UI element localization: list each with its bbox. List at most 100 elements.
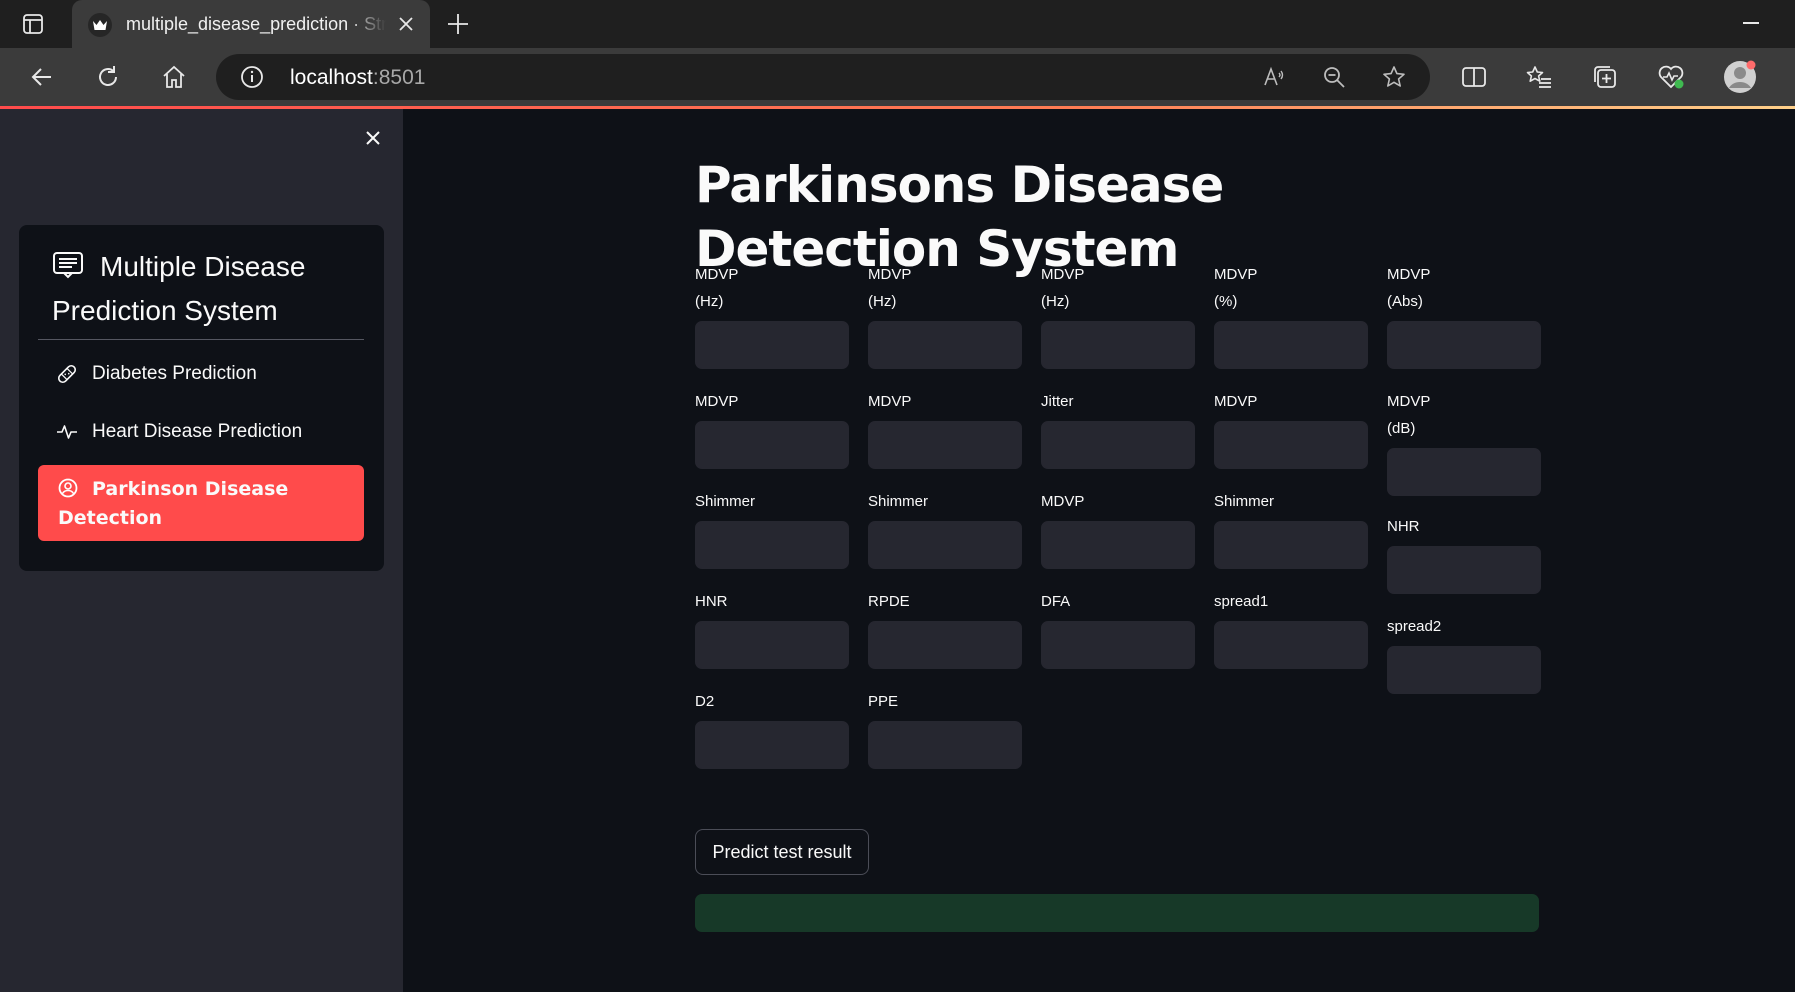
menu-item-label: Diabetes Prediction xyxy=(92,363,257,384)
field-input[interactable] xyxy=(868,621,1022,669)
form-field: spread2 xyxy=(1387,613,1541,694)
field-input[interactable] xyxy=(1214,421,1368,469)
form-field: MDVP (Hz) xyxy=(1041,261,1195,369)
form-field: PPE xyxy=(868,688,1022,769)
success-message xyxy=(695,894,1539,932)
split-screen-icon[interactable] xyxy=(1460,63,1488,91)
menu-item-label: Heart Disease Prediction xyxy=(92,421,303,442)
field-input[interactable] xyxy=(868,721,1022,769)
form-field: MDVP (dB) xyxy=(1387,388,1541,496)
address-bar[interactable]: localhost:8501 xyxy=(216,54,1430,100)
card-text-icon xyxy=(52,248,86,279)
activity-icon xyxy=(56,421,78,443)
field-input[interactable] xyxy=(1041,621,1195,669)
field-label: MDVP xyxy=(1041,493,1085,510)
browser-tab-bar: multiple_disease_prediction · Streamlit xyxy=(0,0,1795,48)
main-content: Parkinsons Disease Detection System MDVP… xyxy=(403,109,1795,992)
form-field: DFA xyxy=(1041,588,1195,669)
minimize-window-icon[interactable] xyxy=(1743,22,1759,24)
browser-toolbar: localhost:8501 xyxy=(0,48,1795,106)
collections-icon[interactable] xyxy=(1591,63,1619,91)
field-input[interactable] xyxy=(1387,321,1541,369)
close-sidebar-icon[interactable] xyxy=(362,127,384,149)
field-label: MDVP xyxy=(695,393,739,410)
field-label: Jitter xyxy=(1041,393,1074,410)
tab-title: multiple_disease_prediction · Streamlit xyxy=(126,14,386,34)
favorites-list-icon[interactable] xyxy=(1525,63,1553,91)
form-field: spread1 xyxy=(1214,588,1368,669)
field-label: MDVP (%) xyxy=(1214,266,1258,310)
menu-item-heart[interactable]: Heart Disease Prediction xyxy=(38,407,364,457)
url-text: localhost:8501 xyxy=(290,66,425,90)
profile-avatar[interactable] xyxy=(1723,60,1757,94)
form-field: Shimmer xyxy=(868,488,1022,569)
field-input[interactable] xyxy=(868,321,1022,369)
field-input[interactable] xyxy=(1387,448,1541,496)
field-label: MDVP (Hz) xyxy=(868,266,912,310)
read-aloud-icon[interactable] xyxy=(1262,65,1286,89)
menu-item-diabetes[interactable]: Diabetes Prediction xyxy=(38,349,364,399)
bandaid-icon xyxy=(56,363,78,385)
field-label: MDVP (Abs) xyxy=(1387,266,1431,310)
zoom-out-icon[interactable] xyxy=(1322,65,1346,89)
field-label: PPE xyxy=(868,693,899,710)
field-input[interactable] xyxy=(695,521,849,569)
tab-actions-icon[interactable] xyxy=(22,13,44,35)
form-field: MDVP xyxy=(868,388,1022,469)
menu-title-text: Multiple Disease Prediction System xyxy=(52,251,306,326)
browser-essentials-icon[interactable] xyxy=(1657,63,1685,91)
menu-title: Multiple Disease Prediction System xyxy=(52,245,372,333)
browser-tab[interactable]: multiple_disease_prediction · Streamlit xyxy=(72,0,430,48)
field-label: RPDE xyxy=(868,593,910,610)
option-menu: Multiple Disease Prediction System Diabe… xyxy=(19,225,384,571)
field-label: MDVP (Hz) xyxy=(695,266,739,310)
field-input[interactable] xyxy=(1041,421,1195,469)
field-label: Shimmer xyxy=(1214,493,1275,510)
field-input[interactable] xyxy=(695,721,849,769)
form-field: RPDE xyxy=(868,588,1022,669)
form-field: Shimmer xyxy=(1214,488,1368,569)
field-input[interactable] xyxy=(695,421,849,469)
field-label: MDVP xyxy=(868,393,912,410)
home-icon[interactable] xyxy=(160,63,188,91)
field-input[interactable] xyxy=(868,521,1022,569)
field-label: MDVP (dB) xyxy=(1387,393,1431,437)
favorite-star-icon[interactable] xyxy=(1382,65,1406,89)
refresh-icon[interactable] xyxy=(94,63,122,91)
form-field: MDVP (%) xyxy=(1214,261,1368,369)
field-input[interactable] xyxy=(1387,546,1541,594)
menu-item-parkinson[interactable]: Parkinson Disease Detection xyxy=(38,465,364,541)
field-input[interactable] xyxy=(1214,521,1368,569)
field-label: Shimmer xyxy=(868,493,929,510)
form-field: MDVP (Hz) xyxy=(695,261,849,369)
field-input[interactable] xyxy=(868,421,1022,469)
streamlit-crown-icon xyxy=(88,13,112,37)
form-field: Shimmer xyxy=(695,488,849,569)
site-info-icon[interactable] xyxy=(240,65,264,89)
form-field: D2 xyxy=(695,688,849,769)
form-field: HNR xyxy=(695,588,849,669)
field-label: spread2 xyxy=(1387,618,1442,635)
form-field: Jitter xyxy=(1041,388,1195,469)
url-port: :8501 xyxy=(372,66,426,89)
close-tab-icon[interactable] xyxy=(396,14,416,34)
menu-divider xyxy=(38,339,364,340)
field-input[interactable] xyxy=(1387,646,1541,694)
field-label: spread1 xyxy=(1214,593,1269,610)
field-label: NHR xyxy=(1387,518,1420,535)
back-arrow-icon[interactable] xyxy=(28,63,56,91)
field-input[interactable] xyxy=(1041,321,1195,369)
field-input[interactable] xyxy=(1041,521,1195,569)
field-input[interactable] xyxy=(695,321,849,369)
field-label: HNR xyxy=(695,593,728,610)
predict-button[interactable]: Predict test result xyxy=(695,829,869,875)
form-field: MDVP (Abs) xyxy=(1387,261,1541,369)
form-field: MDVP (Hz) xyxy=(868,261,1022,369)
field-input[interactable] xyxy=(695,621,849,669)
new-tab-icon[interactable] xyxy=(446,12,470,36)
form-field: MDVP xyxy=(695,388,849,469)
field-label: DFA xyxy=(1041,593,1071,610)
field-input[interactable] xyxy=(1214,621,1368,669)
field-label: D2 xyxy=(695,693,715,710)
field-input[interactable] xyxy=(1214,321,1368,369)
